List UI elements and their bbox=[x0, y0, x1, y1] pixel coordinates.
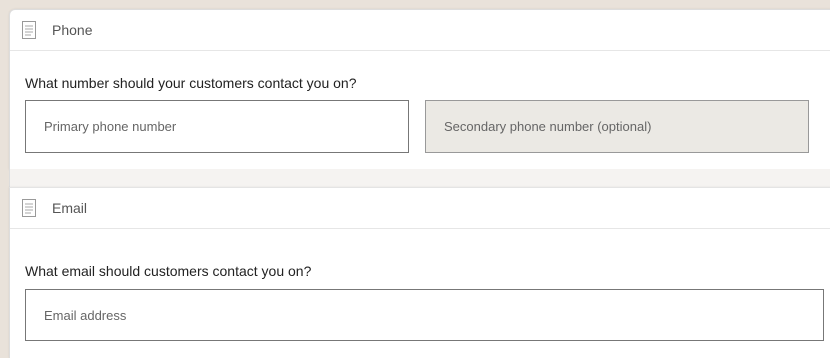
phone-section-header: Phone bbox=[10, 10, 830, 51]
email-address-input[interactable]: Email address bbox=[25, 289, 824, 341]
primary-phone-input[interactable]: Primary phone number bbox=[25, 100, 409, 153]
document-icon bbox=[22, 21, 36, 39]
email-section-header: Email bbox=[10, 188, 830, 229]
secondary-phone-input[interactable]: Secondary phone number (optional) bbox=[425, 100, 809, 153]
email-section: Email What email should customers contac… bbox=[9, 187, 830, 358]
section-divider bbox=[9, 169, 830, 187]
document-icon bbox=[22, 199, 36, 217]
email-section-title: Email bbox=[52, 200, 88, 216]
email-question: What email should customers contact you … bbox=[25, 263, 312, 279]
phone-section: Phone What number should your customers … bbox=[9, 9, 830, 170]
phone-section-title: Phone bbox=[52, 22, 93, 38]
phone-question: What number should your customers contac… bbox=[25, 75, 357, 91]
